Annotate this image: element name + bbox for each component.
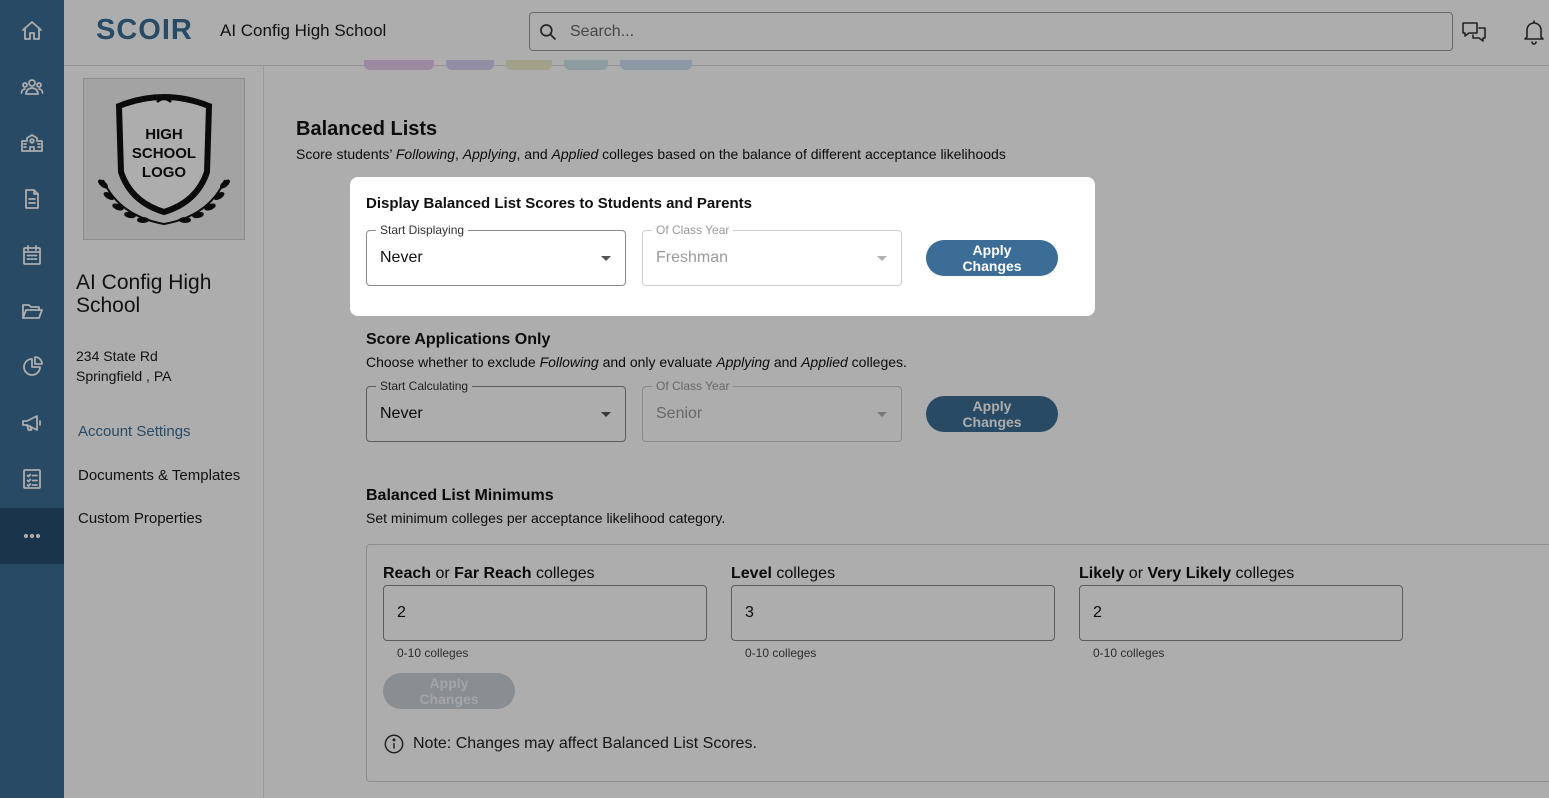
chip (364, 60, 434, 70)
note-text: Note: Changes may affect Balanced List S… (413, 735, 757, 752)
megaphone-icon[interactable] (0, 395, 64, 451)
reach-help: 0-10 colleges (397, 646, 469, 660)
score-applications-title: Score Applications Only (366, 331, 551, 348)
main-content: Balanced Lists Score students’ Following… (264, 60, 1549, 798)
display-scores-title: Display Balanced List Scores to Students… (366, 195, 752, 212)
nav-custom-properties[interactable]: Custom Properties (78, 510, 202, 527)
analytics-icon[interactable] (0, 339, 64, 395)
checklist-icon[interactable] (0, 451, 64, 507)
search-input[interactable] (570, 19, 1430, 45)
score-applications-desc: Choose whether to exclude Following and … (366, 354, 907, 370)
svg-text:LOGO: LOGO (142, 164, 186, 181)
students-icon[interactable] (0, 59, 64, 115)
start-calculating-value: Never (380, 405, 423, 422)
level-value: 3 (745, 604, 754, 621)
svg-text:HIGH: HIGH (145, 126, 183, 143)
address-line-2: Springfield , PA (76, 368, 172, 384)
reach-value: 2 (397, 604, 406, 621)
display-class-year-label: Of Class Year (652, 223, 734, 237)
icon-rail (0, 0, 64, 798)
chip (620, 60, 692, 70)
likely-value: 2 (1093, 604, 1102, 621)
scoir-logo[interactable]: SCOIR (96, 14, 193, 47)
chevron-down-icon (601, 256, 611, 261)
start-calculating-label: Start Calculating (376, 379, 473, 393)
minimums-apply-button[interactable]: Apply Changes (383, 673, 515, 709)
bell-icon[interactable] (1520, 18, 1549, 48)
display-scores-card: Display Balanced List Scores to Students… (350, 177, 1095, 316)
chevron-down-icon (877, 412, 887, 417)
minimums-note: Note: Changes may affect Balanced List S… (383, 733, 757, 755)
minimums-desc: Set minimum colleges per acceptance like… (366, 510, 726, 526)
start-calculating-select[interactable]: Start Calculating Never (366, 379, 626, 442)
more-icon[interactable] (0, 508, 64, 564)
nav-account-settings[interactable]: Account Settings (78, 423, 191, 440)
search-icon (540, 24, 557, 41)
minimums-panel: Reach or Far Reach colleges 2 0-10 colle… (366, 544, 1549, 782)
likely-help: 0-10 colleges (1093, 646, 1165, 660)
school-crest-icon: HIGH SCHOOL LOGO (98, 94, 230, 226)
calc-class-year-select[interactable]: Of Class Year Senior (642, 379, 902, 442)
likely-label: Likely or Very Likely colleges (1079, 565, 1295, 582)
balanced-lists-title: Balanced Lists (296, 118, 438, 140)
reach-label: Reach or Far Reach colleges (383, 565, 595, 582)
calc-class-year-value: Senior (656, 405, 703, 422)
school-name: AI Config High School (76, 271, 212, 317)
start-displaying-value: Never (380, 249, 423, 266)
top-bar: SCOIR AI Config High School (64, 0, 1549, 66)
chevron-down-icon (877, 256, 887, 261)
balanced-lists-subtitle: Score students’ Following, Applying, and… (296, 146, 1006, 162)
info-icon (384, 734, 404, 754)
home-icon[interactable] (0, 3, 64, 59)
level-help: 0-10 colleges (745, 646, 817, 660)
address-line-1: 234 State Rd (76, 348, 158, 364)
document-icon[interactable] (0, 171, 64, 227)
school-name-header: AI Config High School (220, 21, 387, 40)
reach-input[interactable]: 2 (383, 585, 707, 641)
partial-chip-row (364, 60, 692, 70)
minimums-title: Balanced List Minimums (366, 487, 554, 504)
calc-class-year-label: Of Class Year (652, 379, 734, 393)
chip (506, 60, 552, 70)
chip (564, 60, 608, 70)
school-logo: HIGH SCHOOL LOGO (83, 78, 245, 240)
svg-text:SCHOOL: SCHOOL (132, 145, 196, 162)
chevron-down-icon (601, 412, 611, 417)
folder-icon[interactable] (0, 283, 64, 339)
search-bar[interactable] (529, 12, 1453, 51)
start-displaying-label: Start Displaying (376, 223, 469, 237)
school-icon[interactable] (0, 115, 64, 171)
level-label: Level colleges (731, 565, 836, 582)
chat-icon[interactable] (1460, 18, 1490, 48)
start-displaying-select[interactable]: Start Displaying Never (366, 223, 626, 286)
school-address: 234 State Rd Springfield , PA (76, 346, 171, 386)
nav-documents-templates[interactable]: Documents & Templates (78, 467, 240, 484)
settings-sidebar: HIGH SCHOOL LOGO AI Config High School 2… (64, 66, 264, 798)
likely-input[interactable]: 2 (1079, 585, 1403, 641)
chip (446, 60, 494, 70)
level-input[interactable]: 3 (731, 585, 1055, 641)
score-apps-apply-button[interactable]: Apply Changes (926, 396, 1058, 432)
display-scores-apply-button[interactable]: Apply Changes (926, 240, 1058, 276)
calendar-icon[interactable] (0, 227, 64, 283)
display-class-year-select[interactable]: Of Class Year Freshman (642, 223, 902, 286)
display-class-year-value: Freshman (656, 249, 729, 266)
